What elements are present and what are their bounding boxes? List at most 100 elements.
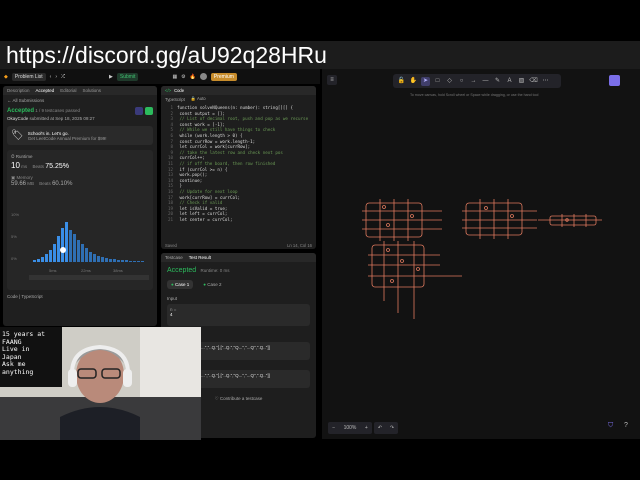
whiteboard-canvas[interactable]: ≡ To move canvas, hold Scroll wheel or S… <box>322 69 640 439</box>
chat-line: anything <box>2 367 34 376</box>
x-tick-5: 5ms <box>49 268 57 273</box>
chat-overlay: 15 years at FAANG Live in Japan Ask me a… <box>0 327 62 387</box>
runtime-label: ⏱ Runtime <box>11 154 33 159</box>
y-tick-0: 0% <box>11 256 17 261</box>
histogram-bar <box>85 248 88 262</box>
lock-icon[interactable]: 🔓 <box>397 77 406 86</box>
promo-subtitle: Get LeetCode Annual Premium for $99! <box>27 135 107 141</box>
avatar[interactable] <box>199 73 207 80</box>
code-title: Code <box>174 88 185 93</box>
case-2-tab[interactable]: ● Case 2 <box>199 280 225 289</box>
histogram-bar <box>109 259 112 262</box>
histogram-bar <box>69 230 72 262</box>
problem-list-button[interactable]: Problem List <box>11 72 46 81</box>
submitted-time: submitted at Sep 18, 2025 09:27 <box>29 116 95 121</box>
beats-label: Beats <box>32 164 44 169</box>
tab-testcase[interactable]: Testcase <box>165 255 183 260</box>
redo-icon[interactable]: ↷ <box>390 425 394 431</box>
histogram-bar <box>141 261 144 262</box>
image-icon[interactable]: ▨ <box>517 77 526 86</box>
histogram-bar <box>117 260 120 262</box>
code-body[interactable]: 1 function solveNQueens(n: number): strin… <box>161 103 316 224</box>
diamond-icon[interactable]: ◇ <box>445 77 454 86</box>
histogram-bar <box>61 228 64 262</box>
zoom-in-button[interactable]: + <box>365 425 368 431</box>
select-icon[interactable]: ➤ <box>421 76 430 86</box>
next-icon[interactable]: › <box>55 74 57 80</box>
histogram-bar <box>133 261 136 262</box>
histogram-bar <box>49 250 52 262</box>
sketch-board-3 <box>538 214 602 227</box>
case-1-tab[interactable]: ● Case 1 <box>167 280 194 289</box>
histogram-bar <box>105 258 108 262</box>
zoom-control: − 100% + <box>328 422 372 434</box>
promo-icon: 🏷 <box>11 130 24 141</box>
save-status: Saved <box>165 243 177 248</box>
runtime-unit: ms <box>21 164 28 169</box>
layout-icon[interactable]: ▦ <box>172 74 177 80</box>
stats-card: ⏱ Runtime 10 ms Beats 75.25% ▣ Memory 59… <box>7 150 153 290</box>
my-submission-marker <box>60 247 66 253</box>
cursor-position: Ln 14, Col 16 <box>287 243 312 248</box>
histogram-bar <box>65 222 68 262</box>
draw-icon[interactable]: ✎ <box>493 77 502 86</box>
line-icon[interactable]: — <box>481 77 490 86</box>
tab-description[interactable]: Description <box>7 88 30 93</box>
text-icon[interactable]: A <box>505 77 514 86</box>
whiteboard-toolbar: 🔓 ✋ ➤ □ ◇ ○ → — ✎ A ▨ ⌫ ⋯ <box>393 74 561 88</box>
sketch-board-4 <box>368 241 462 319</box>
runtime-value: 10 <box>11 161 20 170</box>
undo-icon[interactable]: ↶ <box>378 425 382 431</box>
auto-toggle[interactable]: 🔒 Auto <box>191 96 206 102</box>
editorial-icon[interactable] <box>145 107 153 115</box>
histogram-bar <box>33 260 36 262</box>
memory-unit: MB <box>27 181 35 186</box>
help-icon[interactable]: ? <box>624 422 628 429</box>
arrow-icon[interactable]: → <box>469 77 478 86</box>
submit-button[interactable]: Submit <box>116 72 139 81</box>
histogram-bar <box>73 234 76 262</box>
premium-promo[interactable]: 🏷 School's in. Let's go. Get LeetCode An… <box>7 126 153 145</box>
shuffle-icon[interactable]: ⤮ <box>61 74 65 80</box>
runtime-histogram: 10% 5% 0% 5ms 22ms 38ms <box>11 212 149 280</box>
test-runtime: Runtime: 0 ms <box>200 268 230 273</box>
memory-value: 59.66 <box>11 181 27 187</box>
code-editor-panel: </> Code TypeScript 🔒 Auto 1 function sol… <box>161 86 316 249</box>
tab-editorial[interactable]: Editorial <box>60 88 76 93</box>
more-tools-icon[interactable]: ⋯ <box>541 77 550 86</box>
leetcode-topbar: ◆ Problem List ‹ › ⤮ ▶ Submit ▦ ⚙ 🔥 Prem… <box>0 69 320 84</box>
histogram-bar <box>121 260 124 262</box>
tab-accepted[interactable]: Accepted <box>36 88 55 93</box>
histogram-bar <box>97 256 100 262</box>
premium-button[interactable]: Premium <box>210 72 237 81</box>
histogram-bar <box>101 257 104 262</box>
username[interactable]: OkayCode <box>7 116 28 121</box>
all-submissions-link[interactable]: ← All Submissions <box>7 98 153 103</box>
prev-icon[interactable]: ‹ <box>50 74 52 80</box>
language-label: TypeScript <box>21 294 43 299</box>
tab-solutions[interactable]: Solutions <box>83 88 102 93</box>
tab-test-result[interactable]: Test Result <box>189 255 211 260</box>
leetcode-logo-icon[interactable]: ◆ <box>4 74 8 80</box>
code-line[interactable]: 21 let center = currCol; <box>163 217 314 223</box>
sketch-board-2 <box>462 199 537 239</box>
drawing-layer <box>362 199 602 319</box>
submission-panel: Description Accepted Editorial Solutions… <box>3 86 157 326</box>
sketch-board-1 <box>362 199 442 241</box>
histogram-bar <box>113 259 116 262</box>
share-icon[interactable] <box>135 107 143 115</box>
zoom-out-button[interactable]: − <box>332 425 335 431</box>
ellipse-icon[interactable]: ○ <box>457 77 466 86</box>
accepted-status: Accepted <box>7 108 35 114</box>
x-tick-38: 38ms <box>113 268 123 273</box>
language-select[interactable]: TypeScript <box>165 97 185 102</box>
hand-icon[interactable]: ✋ <box>409 77 418 86</box>
shield-icon[interactable]: ⛉ <box>608 422 613 430</box>
settings-icon[interactable]: ⚙ <box>181 74 185 80</box>
eraser-icon[interactable]: ⌫ <box>529 77 538 86</box>
passed-count: 1 / 9 testcases passed <box>35 108 81 113</box>
rectangle-icon[interactable]: □ <box>433 77 442 86</box>
fire-icon[interactable]: 🔥 <box>190 74 196 80</box>
run-icon[interactable]: ▶ <box>109 74 113 80</box>
histogram-bar <box>129 261 132 262</box>
